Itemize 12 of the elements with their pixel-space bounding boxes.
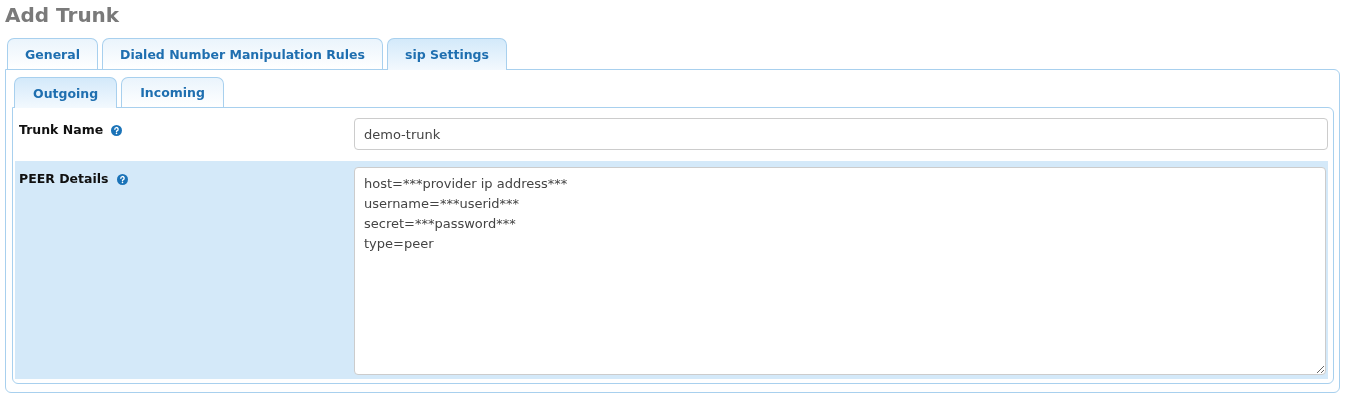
field-label: PEER Details xyxy=(19,171,109,186)
page-title: Add Trunk xyxy=(5,2,121,29)
input-field[interactable]: demo-trunk xyxy=(354,118,1328,150)
tab[interactable]: Incoming xyxy=(121,77,224,107)
tab[interactable]: Dialed Number Manipulation Rules xyxy=(102,38,383,69)
tab[interactable]: sip Settings xyxy=(386,38,507,70)
tab[interactable]: General xyxy=(7,38,98,69)
text-area[interactable]: host=***provider ip address*** username=***userid*** secret=***password*** type=peer xyxy=(354,167,1326,375)
help-icon[interactable] xyxy=(111,125,123,136)
tab[interactable]: Outgoing xyxy=(14,77,118,108)
help-icon[interactable] xyxy=(116,174,128,185)
field-label: Trunk Name xyxy=(19,122,104,137)
